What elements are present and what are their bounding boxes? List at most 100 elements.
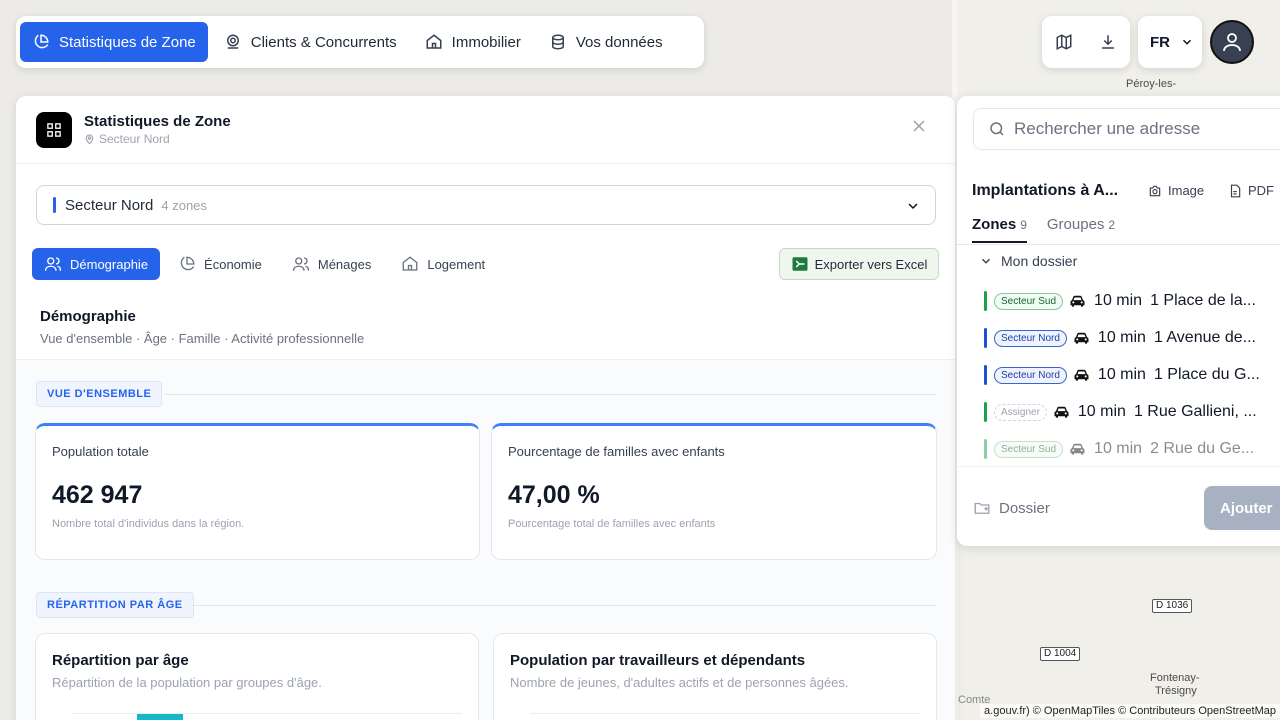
travel-time: 10 min — [1097, 329, 1146, 346]
file-icon — [1230, 184, 1241, 197]
zone-row[interactable]: Secteur Sud 10 min 2 Rue du Ge... — [984, 436, 1254, 462]
zone-badge[interactable]: Secteur Nord — [994, 366, 1067, 384]
chart-gridline — [530, 713, 920, 714]
chart-card-age: Répartition par âge Répartition de la po… — [35, 633, 479, 720]
nav-label: Statistiques de Zone — [59, 33, 196, 51]
tab-groupes[interactable]: Groupes 2 — [1047, 216, 1115, 243]
pdf-label: PDF — [1248, 183, 1274, 198]
close-icon — [913, 120, 925, 132]
section-chip-age: RÉPARTITION PAR ÂGE — [36, 592, 194, 618]
tab-demographie[interactable]: Démographie — [32, 248, 161, 280]
image-label: Image — [1168, 183, 1205, 198]
nav-item-statistiques[interactable]: Statistiques de Zone — [20, 22, 208, 62]
tab-logement[interactable]: Logement — [389, 248, 497, 280]
tab-menages[interactable]: Ménages — [280, 248, 383, 280]
app-icon — [36, 111, 72, 148]
stat-card-population: Population totale 462 947 Nombre total d… — [35, 423, 480, 560]
users-icon — [44, 257, 62, 271]
zone-row[interactable]: Secteur Nord 10 min 1 Place du G... — [984, 362, 1260, 388]
panel-subtitle: Secteur Nord — [84, 132, 231, 146]
zone-badge[interactable]: Secteur Sud — [994, 292, 1064, 310]
zone-row[interactable]: Assigner 10 min 1 Rue Gallieni, ... — [984, 399, 1257, 425]
travel-time: 10 min — [1094, 440, 1143, 457]
divider — [957, 466, 1280, 467]
stats-panel: Statistiques de Zone Secteur Nord Secteu… — [16, 96, 955, 720]
zone-address: 1 Rue Gallieni, ... — [1133, 403, 1257, 420]
zone-badge[interactable]: Assigner — [994, 403, 1047, 421]
tab-label: Économie — [204, 256, 262, 272]
address-search-input[interactable]: Rechercher une adresse — [973, 108, 1280, 150]
nav-label: Vos données — [575, 33, 663, 51]
pie-chart-icon — [34, 34, 49, 49]
nav-label: Immobilier — [451, 33, 521, 51]
tab-count: 9 — [1020, 218, 1027, 232]
road-badge: D 1036 — [1152, 599, 1193, 613]
zone-badge[interactable]: Secteur Nord — [994, 329, 1067, 347]
map-place-label: Péroy-les- — [1126, 78, 1177, 90]
chip-divider — [164, 394, 936, 395]
zone-row[interactable]: Secteur Sud 10 min 1 Place de la... — [984, 288, 1256, 314]
zone-color-bar — [984, 328, 987, 348]
zone-address: 2 Rue du Ge... — [1150, 440, 1255, 457]
chevron-down-icon — [1182, 39, 1192, 45]
panel-header: Statistiques de Zone Secteur Nord — [16, 96, 955, 164]
user-avatar-button[interactable] — [1210, 20, 1254, 64]
zone-color-bar — [984, 402, 987, 422]
chart-bar — [137, 714, 183, 720]
export-excel-button[interactable]: Exporter vers Excel — [779, 248, 939, 280]
panel-title: Statistiques de Zone — [84, 113, 231, 130]
stat-value: 47,00 % — [508, 481, 600, 509]
stat-label: Pourcentage de familles avec enfants — [508, 444, 725, 459]
language-value: FR — [1150, 33, 1170, 51]
chart-subtitle: Répartition de la population par groupes… — [52, 675, 322, 690]
new-folder-button[interactable]: Dossier — [973, 499, 1050, 517]
folder-label: Mon dossier — [1001, 253, 1078, 269]
download-icon — [1102, 35, 1114, 49]
tab-zones[interactable]: Zones 9 — [972, 216, 1027, 243]
close-panel-button[interactable] — [911, 120, 927, 136]
map-layers-button[interactable] — [1044, 22, 1084, 62]
zone-select-count: 4 zones — [161, 197, 207, 213]
export-label: Exporter vers Excel — [814, 256, 928, 272]
zone-row[interactable]: Secteur Nord 10 min 1 Avenue de... — [984, 325, 1256, 351]
add-button[interactable]: Ajouter — [1204, 486, 1280, 530]
export-pdf-button[interactable]: PDF — [1228, 183, 1274, 198]
stat-label: Population totale — [52, 444, 149, 459]
tab-economie[interactable]: Économie — [166, 248, 274, 280]
car-icon — [1069, 442, 1086, 456]
road-badge: D 1004 — [1040, 647, 1081, 661]
search-placeholder: Rechercher une adresse — [1014, 119, 1201, 138]
camera-icon — [1149, 185, 1161, 196]
zone-address: 1 Avenue de... — [1153, 329, 1256, 346]
nav-item-clients[interactable]: Clients & Concurrents — [212, 22, 409, 62]
zone-select[interactable]: Secteur Nord 4 zones — [36, 185, 936, 225]
download-button[interactable] — [1088, 22, 1128, 62]
section-header: Démographie Vue d'ensemble · Âge · Famil… — [40, 308, 364, 346]
nav-item-immobilier[interactable]: Immobilier — [413, 22, 533, 62]
section-chip-overview: VUE D'ENSEMBLE — [36, 381, 163, 407]
language-selector[interactable]: FR — [1138, 16, 1202, 68]
home-icon — [402, 256, 418, 271]
map-pin-icon — [226, 34, 239, 49]
user-icon — [1223, 33, 1241, 52]
export-image-button[interactable]: Image — [1148, 183, 1204, 198]
travel-time: 10 min — [1094, 292, 1143, 309]
map-icon — [1056, 34, 1072, 50]
folder-plus-icon — [974, 502, 990, 514]
chart-card-travailleurs: Population par travailleurs et dépendant… — [493, 633, 937, 720]
tab-label: Ménages — [317, 256, 372, 272]
chip-divider — [190, 605, 936, 606]
map-attribution[interactable]: a.gouv.fr) © OpenMapTiles © Contributeur… — [980, 704, 1280, 718]
car-icon — [1073, 331, 1090, 345]
nav-item-donnees[interactable]: Vos données — [537, 22, 675, 62]
main-navigation: Statistiques de Zone Clients & Concurren… — [16, 16, 704, 68]
sidebar-tabs: Zones 9 Groupes 2 — [972, 216, 1115, 243]
tab-label: Zones — [972, 216, 1017, 233]
zone-select-value: Secteur Nord — [65, 196, 154, 214]
zone-color-bar — [53, 197, 56, 213]
tab-label: Groupes — [1046, 216, 1105, 233]
section-subtitle: Vue d'ensemble · Âge · Famille · Activit… — [40, 331, 365, 346]
stat-card-familles: Pourcentage de familles avec enfants 47,… — [491, 423, 937, 560]
folder-toggle[interactable]: Mon dossier — [979, 253, 1077, 269]
zone-badge[interactable]: Secteur Sud — [994, 440, 1064, 458]
